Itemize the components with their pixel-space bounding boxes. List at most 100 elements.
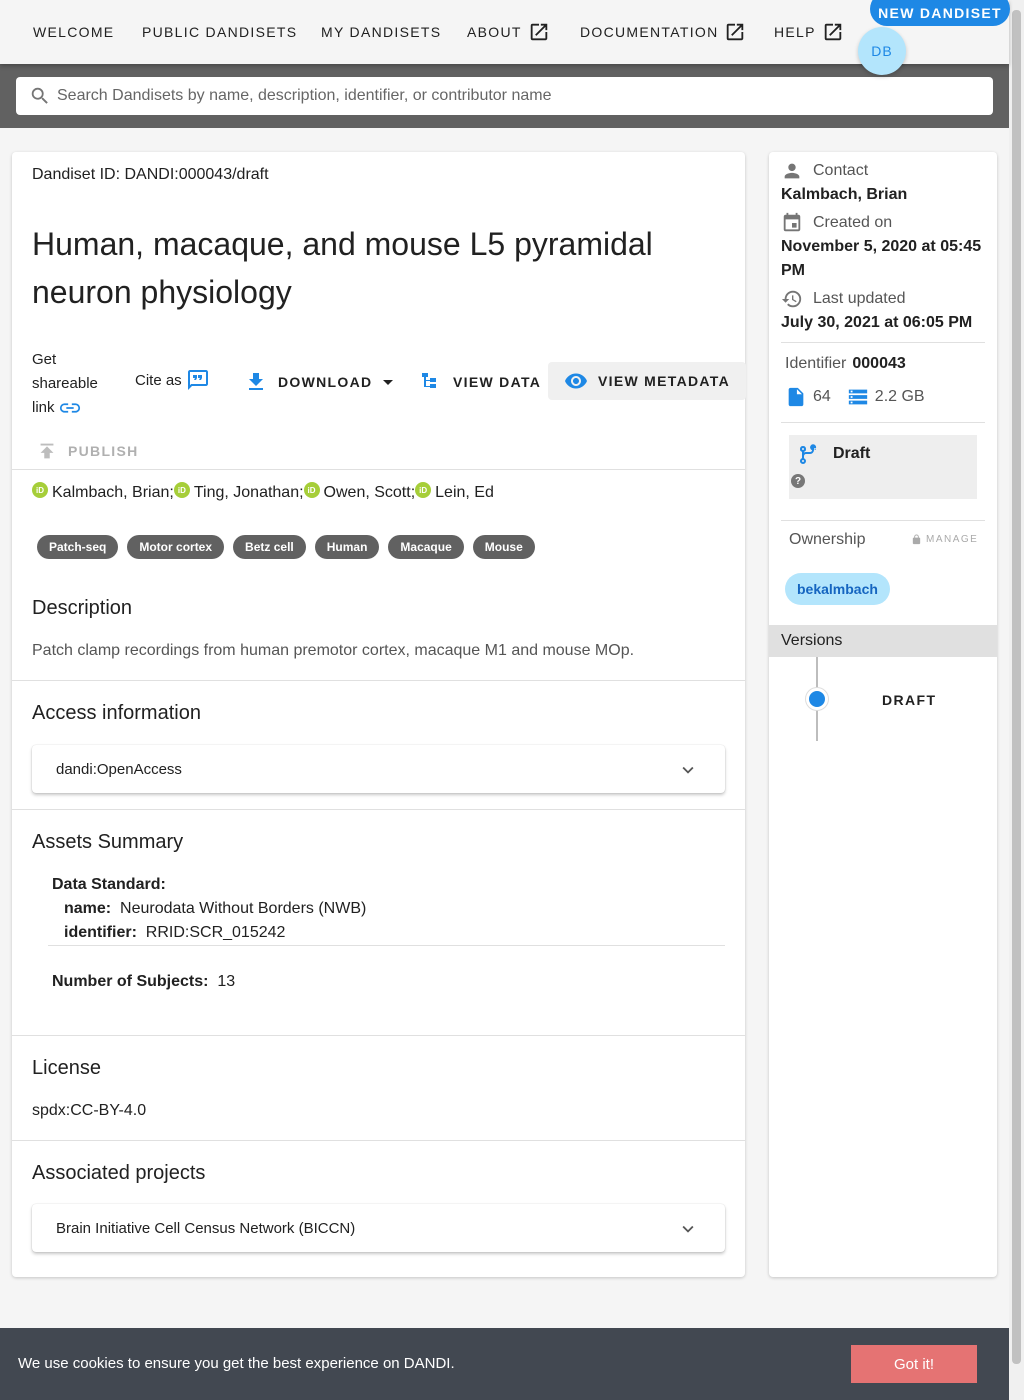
search-band	[0, 64, 1009, 128]
view-metadata-button[interactable]: VIEW METADATA	[548, 362, 746, 400]
share-link-button[interactable]: Get shareable link	[32, 348, 112, 420]
divider	[12, 1035, 745, 1036]
contributors-list: iD Kalmbach, Brian; iD Ting, Jonathan; iD O…	[32, 482, 494, 502]
nav-about[interactable]: ABOUT	[467, 20, 550, 44]
publish-icon	[40, 443, 54, 459]
divider	[12, 809, 745, 810]
file-count: 64	[813, 388, 831, 405]
chevron-down-icon	[682, 1225, 694, 1233]
nav-my-dandisets[interactable]: MY DANDISETS	[321, 20, 441, 44]
keyword-chip: Betz cell	[233, 535, 306, 559]
action-bar: Get shareable link Cite as DOWNLOAD VIEW…	[32, 348, 752, 420]
dandiset-main-card: Dandiset ID: DANDI:000043/draft Human, m…	[12, 152, 746, 1277]
contact-label: Contact	[813, 162, 869, 179]
divider	[48, 945, 725, 946]
download-icon	[249, 373, 263, 390]
stats-row: 64 2.2 GB	[785, 385, 925, 409]
external-link-icon	[824, 23, 842, 41]
updated-value: July 30, 2021 at 06:05 PM	[781, 314, 973, 331]
divider	[781, 520, 985, 521]
top-navigation: WELCOME PUBLIC DANDISETS MY DANDISETS AB…	[0, 0, 1010, 75]
number-of-subjects: Number of Subjects: 13	[52, 973, 236, 990]
contributor[interactable]: iD Owen, Scott;	[303, 482, 416, 502]
versions-header: Versions	[769, 625, 997, 657]
scrollbar-thumb[interactable]	[1012, 10, 1021, 1364]
new-dandiset-button[interactable]: NEW DANDISET	[870, 0, 1010, 26]
cite-label: Cite as	[135, 371, 182, 389]
keyword-chip: Macaque	[388, 535, 464, 559]
projects-heading: Associated projects	[32, 1162, 206, 1184]
search-box	[16, 77, 993, 115]
help-icon[interactable]: ?	[791, 474, 805, 488]
view-data-button[interactable]: VIEW DATA	[419, 370, 541, 394]
orcid-icon: iD	[32, 482, 48, 498]
contributor[interactable]: iD Kalmbach, Brian;	[32, 482, 174, 502]
caret-down-icon	[383, 380, 394, 385]
history-icon	[781, 290, 802, 308]
keyword-chip: Patch-seq	[37, 535, 119, 559]
orcid-icon: iD	[415, 482, 432, 498]
search-input[interactable]	[57, 87, 957, 105]
cookie-accept-button[interactable]: Got it!	[851, 1345, 977, 1383]
owner-chip[interactable]: bekalmbach	[785, 573, 890, 605]
quote-icon	[187, 370, 208, 390]
contributor-name: Kalmbach, Brian;	[52, 484, 174, 501]
link-icon	[59, 403, 80, 413]
identifier-row: Identifier 000043	[785, 355, 906, 372]
orcid-icon: iD	[303, 482, 320, 498]
access-panel[interactable]: dandi:OpenAccess	[32, 745, 725, 793]
orcid-icon: iD	[173, 482, 190, 498]
contributor-name: Owen, Scott;	[323, 484, 416, 501]
divider	[781, 422, 985, 423]
storage-icon	[848, 389, 867, 405]
calendar-icon	[783, 212, 801, 232]
version-dot	[806, 688, 828, 710]
download-button[interactable]: DOWNLOAD	[244, 370, 400, 394]
chevron-down-icon	[682, 766, 694, 774]
contributor[interactable]: iD Ting, Jonathan;	[173, 482, 304, 502]
keyword-chip: Motor cortex	[127, 535, 225, 559]
standard-name: name: Neurodata Without Borders (NWB)	[64, 900, 367, 917]
nav-documentation[interactable]: DOCUMENTATION	[580, 20, 746, 44]
divider	[12, 469, 745, 470]
data-standard-label: Data Standard:	[52, 876, 166, 893]
divider	[12, 680, 745, 681]
nav-help-label: HELP	[774, 24, 816, 40]
draft-status-box: Draft ?	[789, 435, 977, 499]
license-value: spdx:CC-BY-4.0	[32, 1102, 147, 1119]
version-item-draft[interactable]: DRAFT	[882, 692, 936, 708]
nav-help[interactable]: HELP	[774, 20, 844, 44]
manage-button[interactable]: MANAGE	[911, 534, 978, 545]
divider	[781, 342, 985, 343]
divider	[12, 1140, 745, 1141]
manage-label: MANAGE	[926, 534, 979, 545]
created-label: Created on	[813, 214, 893, 231]
created-row: Created on	[781, 212, 892, 234]
dandiset-title: Human, macaque, and mouse L5 pyramidal n…	[32, 226, 653, 310]
file-icon	[788, 387, 804, 407]
nav-documentation-label: DOCUMENTATION	[580, 24, 719, 40]
keyword-chip: Mouse	[472, 535, 535, 559]
nav-welcome[interactable]: WELCOME	[33, 20, 114, 44]
lock-icon	[912, 534, 921, 545]
publish-button[interactable]: PUBLISH	[36, 440, 139, 462]
updated-row: Last updated	[781, 288, 906, 310]
eye-icon	[565, 373, 587, 389]
person-icon	[784, 163, 800, 179]
user-avatar[interactable]: DB	[858, 27, 906, 75]
contributor-name: Lein, Ed	[435, 484, 494, 501]
description-heading: Description	[32, 597, 133, 619]
contributor[interactable]: iD Lein, Ed	[415, 482, 494, 502]
file-tree-icon	[422, 373, 436, 388]
nav-about-label: ABOUT	[467, 24, 522, 40]
project-value: Brain Initiative Cell Census Network (BI…	[56, 1219, 356, 1237]
updated-label: Last updated	[813, 290, 906, 307]
publish-label: PUBLISH	[68, 443, 139, 459]
search-icon	[31, 87, 48, 104]
contact-value: Kalmbach, Brian	[781, 186, 908, 203]
branch-icon	[799, 444, 817, 465]
nav-public-dandisets[interactable]: PUBLIC DANDISETS	[142, 20, 297, 44]
project-panel[interactable]: Brain Initiative Cell Census Network (BI…	[32, 1204, 725, 1252]
cite-as-button[interactable]: Cite as	[135, 368, 210, 392]
dandiset-sidebar: Contact Kalmbach, Brian Created on Novem…	[769, 152, 997, 1277]
